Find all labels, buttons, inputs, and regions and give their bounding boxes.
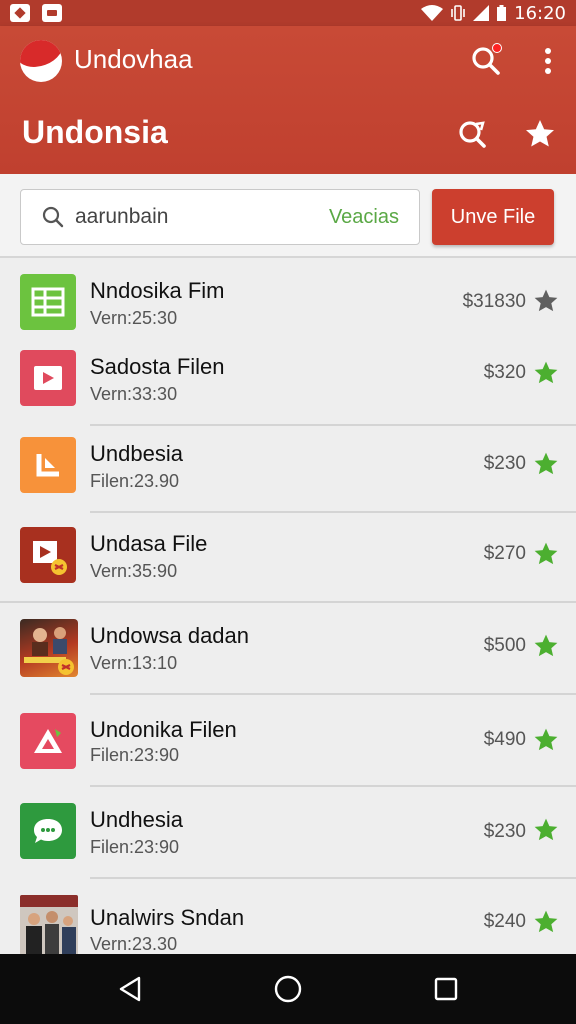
battery-icon: [497, 5, 507, 21]
notification-badge: [492, 43, 502, 53]
item-version: Vern:13:10: [90, 653, 178, 673]
item-version: Vern:35:90: [90, 561, 178, 581]
item-price: $230: [483, 453, 526, 474]
star-icon[interactable]: [533, 817, 559, 843]
triangle-icon: [20, 713, 76, 769]
item-version: Filen:23.90: [90, 471, 180, 491]
people-photo-icon: [20, 895, 78, 954]
search-action-button[interactable]: [452, 114, 492, 154]
search-category[interactable]: Veacias: [329, 206, 399, 229]
chat-icon: [20, 803, 76, 859]
star-icon[interactable]: [533, 288, 559, 314]
list-item[interactable]: Sadosta Filen Vern:33:30 $320: [0, 336, 576, 426]
search-refresh-icon: [459, 121, 486, 148]
item-name: Undbesia: [90, 441, 183, 466]
list-item[interactable]: Undowsa dadan Vern:13:10 $500: [0, 603, 576, 695]
app-name: Undovhaa: [74, 44, 193, 74]
file-action-button[interactable]: Unve File: [432, 189, 554, 245]
item-name: Undonika Filen: [90, 717, 237, 742]
item-version: Filen:23:90: [90, 745, 180, 765]
wifi-icon: [421, 5, 444, 21]
favorites-button[interactable]: [520, 114, 560, 154]
star-icon[interactable]: [533, 633, 559, 659]
star-icon[interactable]: [533, 451, 559, 477]
item-price: $490: [483, 729, 526, 750]
star-icon: [526, 120, 554, 147]
item-price: $230: [483, 821, 526, 842]
star-icon[interactable]: [533, 727, 559, 753]
back-icon: [119, 976, 141, 1002]
item-version: Filen:23:90: [90, 837, 180, 857]
recents-button[interactable]: [428, 971, 464, 1007]
app-bar: Undovhaa Undonsia: [0, 26, 576, 174]
lock-icon: [42, 4, 62, 22]
list-item[interactable]: Undbesia Filen:23.90 $230: [0, 423, 576, 513]
search-icon: [42, 206, 64, 228]
file-list: Nndosika Fim Vern:25:30 $31830 Sadosta F…: [0, 260, 576, 954]
item-name: Unalwirs Sndan: [90, 905, 245, 930]
item-price: $270: [483, 543, 526, 564]
item-price: $240: [483, 911, 526, 932]
item-version: Vern:33:30: [90, 384, 178, 404]
search-bar-row: aarunbain Veacias Unve File: [0, 174, 576, 258]
item-version: Vern:23.30: [90, 934, 178, 954]
page-title: Undonsia: [22, 114, 168, 150]
search-input[interactable]: aarunbain Veacias: [20, 189, 420, 245]
app-logo: [20, 40, 62, 82]
item-price: $500: [483, 635, 526, 656]
list-item[interactable]: Unalwirs Sndan Vern:23.30 $240: [0, 879, 576, 954]
item-version: Vern:25:30: [90, 308, 178, 328]
more-vert-icon: [545, 48, 551, 74]
item-name: Undowsa dadan: [90, 623, 250, 648]
list-item[interactable]: Undonika Filen Filen:23:90 $490: [0, 695, 576, 787]
video-icon: [20, 350, 76, 406]
item-name: Undasa File: [90, 531, 208, 556]
system-navigation-bar: [0, 954, 576, 1024]
recents-icon: [434, 977, 458, 1001]
list-item[interactable]: Undasa File Vern:35:90 $270: [0, 513, 576, 603]
notification-icon: [10, 4, 30, 22]
search-input-value: aarunbain: [75, 205, 169, 228]
item-price: $31830: [462, 291, 526, 312]
more-options-button[interactable]: [528, 41, 568, 81]
corner-icon: [20, 437, 76, 493]
star-icon[interactable]: [533, 360, 559, 386]
movie-poster-icon: [20, 619, 78, 677]
spreadsheet-icon: [20, 274, 76, 330]
home-button[interactable]: [270, 971, 306, 1007]
item-name: Undhesia: [90, 807, 183, 832]
back-button[interactable]: [112, 971, 148, 1007]
item-name: Sadosta Filen: [90, 354, 225, 379]
signal-icon: [473, 5, 490, 21]
status-bar: 16:20: [0, 0, 576, 26]
search-button[interactable]: [466, 41, 506, 81]
home-icon: [274, 975, 302, 1003]
play-icon: [20, 527, 76, 583]
star-icon[interactable]: [533, 909, 559, 935]
star-icon[interactable]: [533, 541, 559, 567]
list-item[interactable]: Undhesia Filen:23:90 $230: [0, 787, 576, 879]
status-time: 16:20: [514, 2, 566, 24]
item-name: Nndosika Fim: [90, 278, 225, 303]
vibrate-icon: [451, 5, 465, 21]
item-price: $320: [483, 362, 526, 383]
